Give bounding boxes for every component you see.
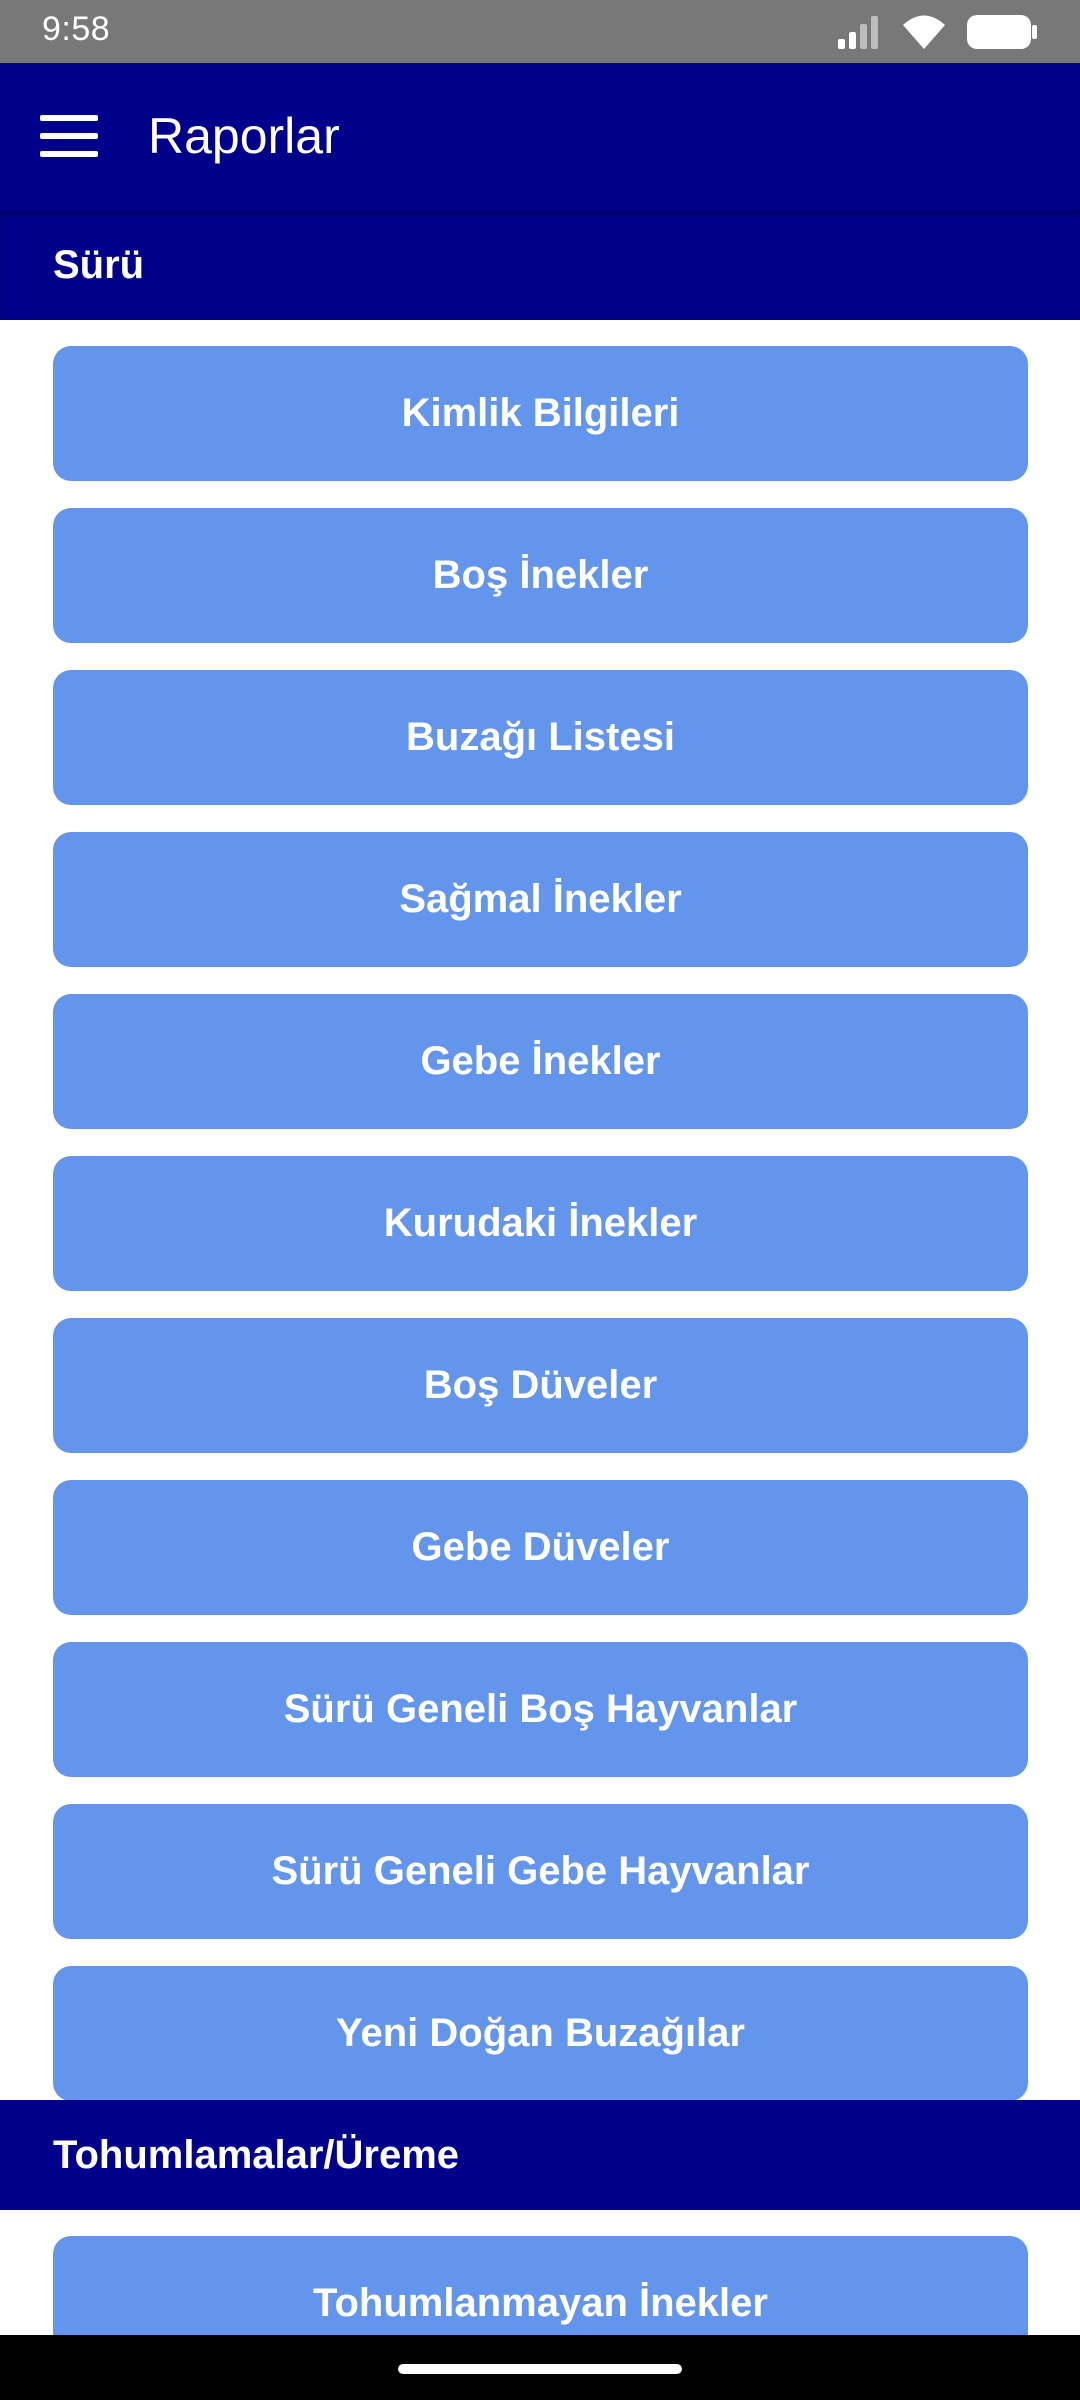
report-button-suru-geneli-bos-hayvanlar[interactable]: Sürü Geneli Boş Hayvanlar bbox=[53, 1642, 1028, 1777]
report-button-gebe-inekler[interactable]: Gebe İnekler bbox=[53, 994, 1028, 1129]
report-button-gebe-duveler[interactable]: Gebe Düveler bbox=[53, 1480, 1028, 1615]
signal-icon bbox=[838, 16, 878, 49]
report-button-kimlik-bilgileri[interactable]: Kimlik Bilgileri bbox=[53, 346, 1028, 481]
status-time: 9:58 bbox=[42, 10, 111, 48]
navigation-bar bbox=[0, 2335, 1080, 2400]
battery-icon bbox=[967, 15, 1037, 49]
wifi-icon bbox=[903, 15, 945, 49]
report-button-yeni-dogan-buzagilar[interactable]: Yeni Doğan Buzağılar bbox=[53, 1966, 1028, 2101]
report-button-suru-geneli-gebe-hayvanlar[interactable]: Sürü Geneli Gebe Hayvanlar bbox=[53, 1804, 1028, 1939]
app-bar: Raporlar bbox=[0, 63, 1080, 210]
report-list[interactable]: Sürü Kimlik Bilgileri Boş İnekler Buzağı… bbox=[0, 210, 1080, 2335]
hamburger-menu-icon[interactable] bbox=[40, 115, 98, 157]
report-button-buzagi-listesi[interactable]: Buzağı Listesi bbox=[53, 670, 1028, 805]
status-icons bbox=[836, 12, 1038, 52]
status-bar: 9:58 bbox=[0, 0, 1080, 63]
report-button-sagmal-inekler[interactable]: Sağmal İnekler bbox=[53, 832, 1028, 967]
page-title: Raporlar bbox=[148, 108, 340, 164]
report-button-tohumlanmayan-inekler[interactable]: Tohumlanmayan İnekler bbox=[53, 2236, 1028, 2335]
report-button-bos-duveler[interactable]: Boş Düveler bbox=[53, 1318, 1028, 1453]
report-button-bos-inekler[interactable]: Boş İnekler bbox=[53, 508, 1028, 643]
home-gesture-handle[interactable] bbox=[398, 2364, 682, 2374]
section-header-tohumlamalar-ureme: Tohumlamalar/Üreme bbox=[0, 2100, 1080, 2210]
section-header-suru: Sürü bbox=[0, 210, 1080, 320]
report-button-kurudaki-inekler[interactable]: Kurudaki İnekler bbox=[53, 1156, 1028, 1291]
